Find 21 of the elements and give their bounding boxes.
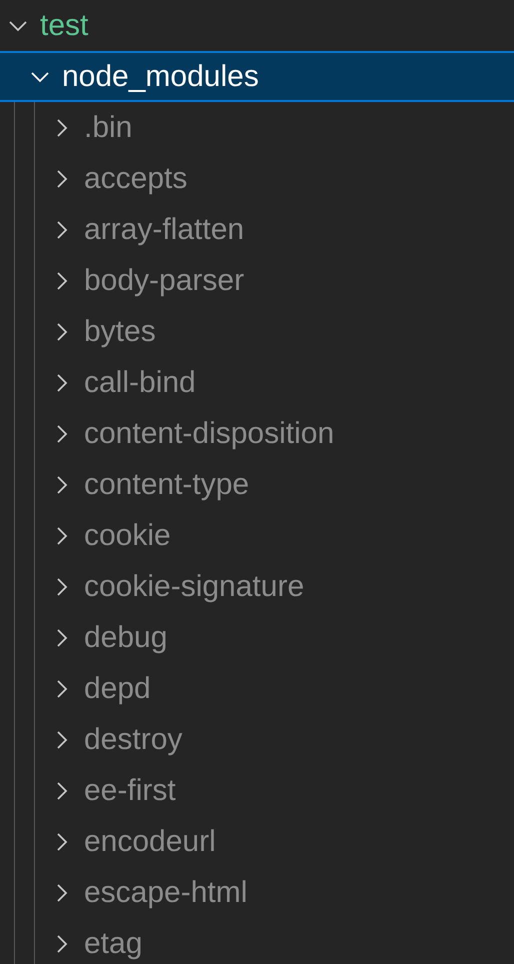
folder-name: depd — [84, 670, 151, 706]
folder-name: bytes — [84, 314, 156, 350]
folder-name: destroy — [84, 722, 182, 758]
folder-name: ee-first — [84, 772, 176, 808]
folder-name: body-parser — [84, 262, 244, 298]
tree-item[interactable]: node_modules — [0, 51, 514, 102]
folder-name: encodeurl — [84, 824, 216, 860]
folder-name: array-flatten — [84, 212, 244, 248]
folder-name: content-disposition — [84, 416, 334, 452]
folder-name: node_modules — [62, 58, 259, 94]
folder-name: test — [40, 8, 88, 44]
folder-name: debug — [84, 620, 168, 656]
folder-name: cookie-signature — [84, 568, 304, 604]
folder-name: call-bind — [84, 364, 196, 400]
folder-name: .bin — [84, 110, 132, 146]
folder-name: escape-html — [84, 874, 248, 910]
tree-item[interactable]: test — [0, 0, 514, 51]
folder-name: etag — [84, 926, 142, 962]
folder-name: content-type — [84, 466, 250, 502]
folder-name: cookie — [84, 518, 171, 554]
folder-name: accepts — [84, 160, 188, 196]
